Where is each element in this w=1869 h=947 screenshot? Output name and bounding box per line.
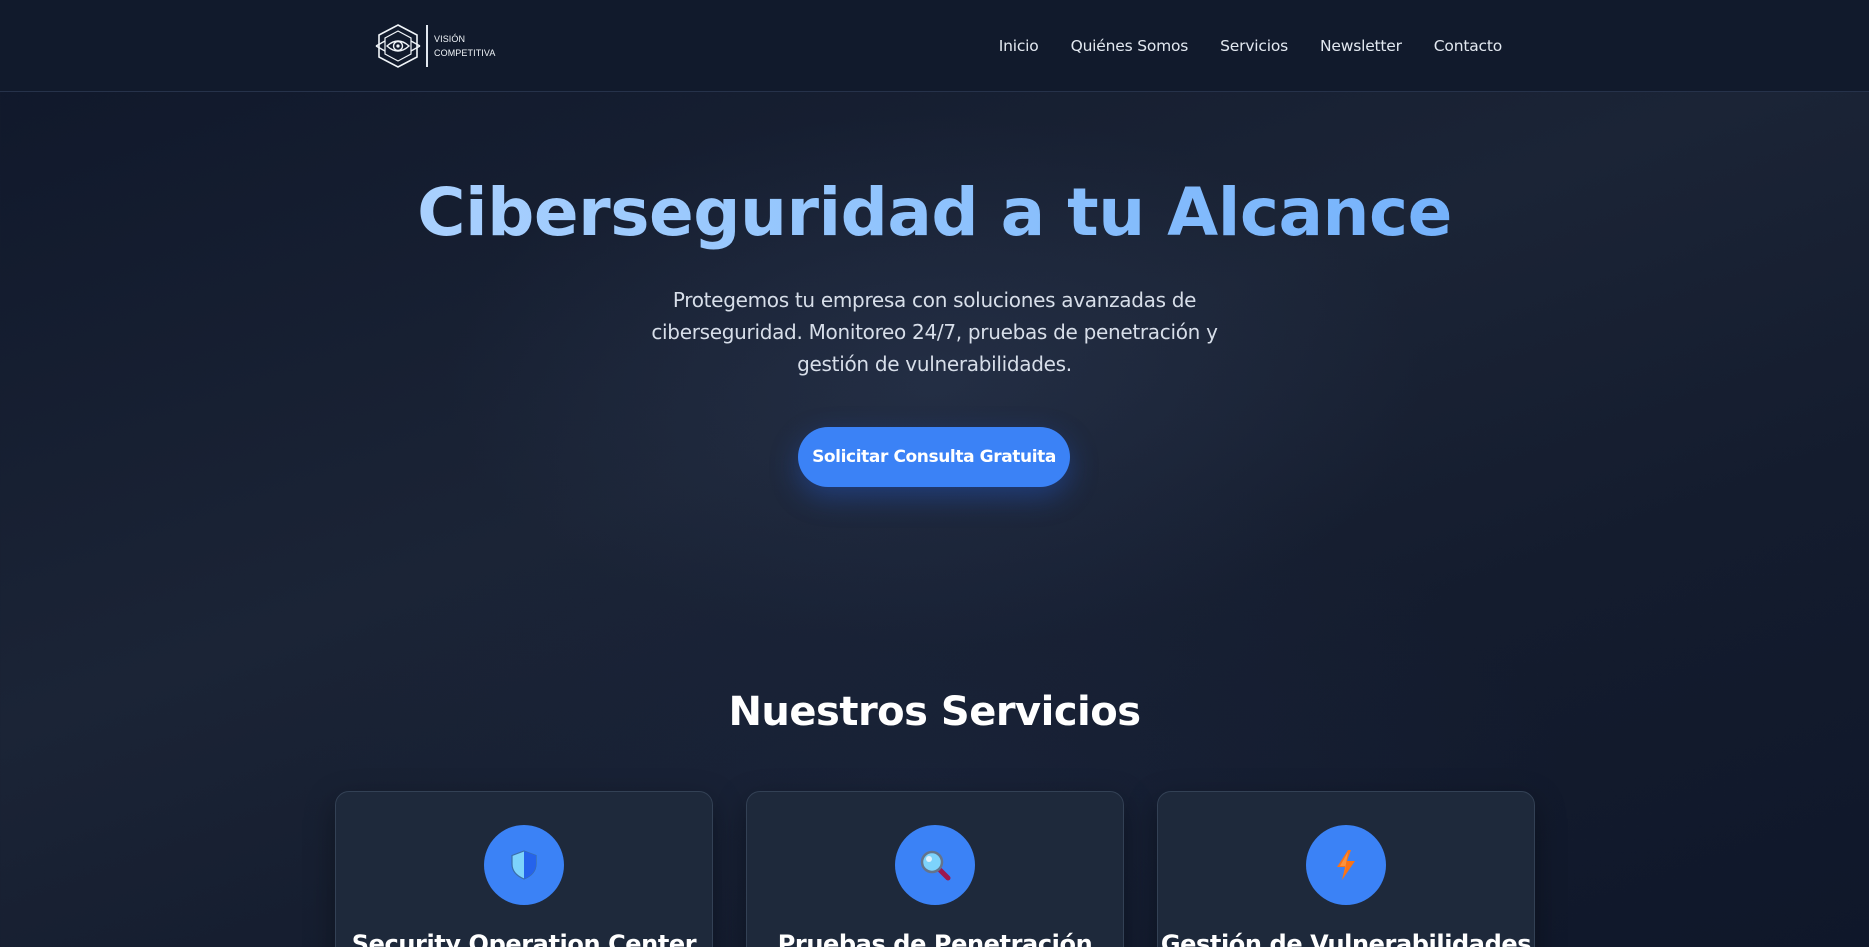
logo-divider <box>426 25 428 67</box>
hexagon-eye-logo-icon <box>375 24 421 68</box>
nav-link-contacto[interactable]: Contacto <box>1434 37 1502 55</box>
services-grid: Security Operation Center Pruebas de Pen… <box>335 791 1535 947</box>
service-icon-badge <box>1306 825 1386 905</box>
service-card-title: Pruebas de Penetración <box>777 930 1093 947</box>
brand-logo[interactable]: VISIÓN COMPETITIVA <box>374 23 495 69</box>
lightning-icon <box>1337 850 1355 880</box>
main-nav: Inicio Quiénes Somos Servicios Newslette… <box>999 0 1502 92</box>
brand-line-2: COMPETITIVA <box>434 48 496 58</box>
service-icon-badge <box>484 825 564 905</box>
shield-icon <box>511 850 537 880</box>
consultation-cta-button[interactable]: Solicitar Consulta Gratuita <box>798 427 1070 487</box>
brand-line-1: VISIÓN <box>434 34 466 44</box>
site-header: VISIÓN COMPETITIVA Inicio Quiénes Somos … <box>0 0 1869 92</box>
service-card-vulnerabilities[interactable]: Gestión de Vulnerabilidades <box>1157 791 1535 947</box>
service-icon-badge <box>895 825 975 905</box>
nav-link-servicios[interactable]: Servicios <box>1220 37 1288 55</box>
service-card-soc[interactable]: Security Operation Center <box>335 791 713 947</box>
nav-link-inicio[interactable]: Inicio <box>999 37 1039 55</box>
hero-subtitle: Protegemos tu empresa con soluciones ava… <box>651 288 1218 376</box>
magnifier-icon <box>920 850 951 881</box>
service-card-pentest[interactable]: Pruebas de Penetración <box>746 791 1124 947</box>
service-card-title: Gestión de Vulnerabilidades <box>1160 930 1532 947</box>
hero-title: Ciberseguridad a tu Alcance <box>0 168 1869 258</box>
brand-name: VISIÓN COMPETITIVA <box>434 32 495 60</box>
nav-link-newsletter[interactable]: Newsletter <box>1320 37 1402 55</box>
services-section-title: Nuestros Servicios <box>728 689 1141 735</box>
service-card-title: Security Operation Center <box>351 930 697 947</box>
nav-link-quienes-somos[interactable]: Quiénes Somos <box>1071 37 1189 55</box>
